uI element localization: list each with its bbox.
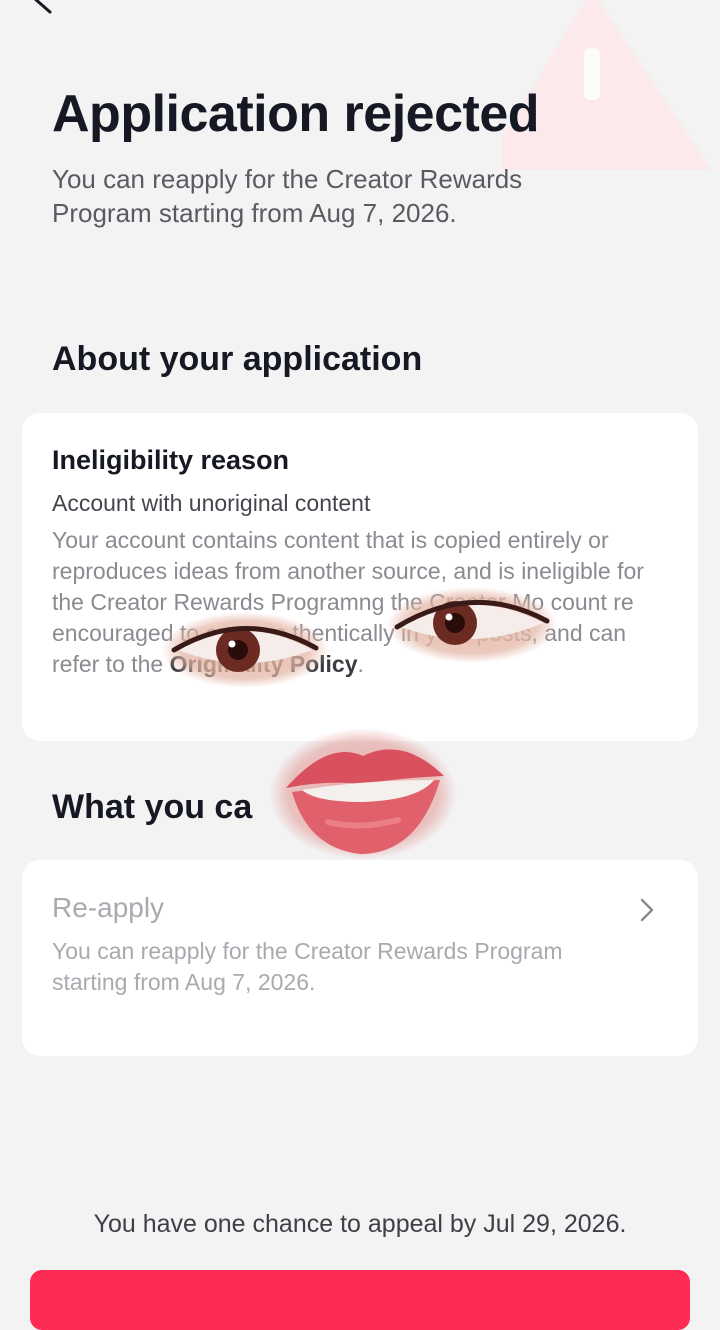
reapply-card[interactable]: Re-apply You can reapply for the Creator… (22, 860, 698, 1056)
what-you-can-do-heading: What you ca (52, 788, 253, 826)
reapply-date-subtitle: You can reapply for the Creator Rewards … (52, 164, 523, 228)
chevron-right-icon (640, 898, 654, 922)
ineligibility-description: Your account contains content that is co… (52, 527, 644, 677)
ineligibility-card: Ineligibility reason Account with unorig… (22, 413, 698, 741)
chevron-left-icon[interactable] (24, 0, 60, 14)
reapply-title: Re-apply (52, 892, 165, 923)
appeal-button[interactable] (30, 1270, 690, 1330)
appeal-deadline-note: You have one chance to appeal by Jul 29,… (93, 1210, 627, 1238)
about-application-heading: About your application (52, 340, 423, 378)
page-title: Application rejected (52, 85, 540, 143)
originality-policy-link[interactable]: Originality Policy (170, 651, 358, 677)
ineligibility-reason-title: Ineligibility reason (52, 445, 290, 475)
reapply-description: You can reapply for the Creator Rewards … (52, 938, 563, 995)
ineligibility-reason-value: Account with unoriginal content (52, 490, 371, 516)
lips-sticker (269, 728, 457, 860)
